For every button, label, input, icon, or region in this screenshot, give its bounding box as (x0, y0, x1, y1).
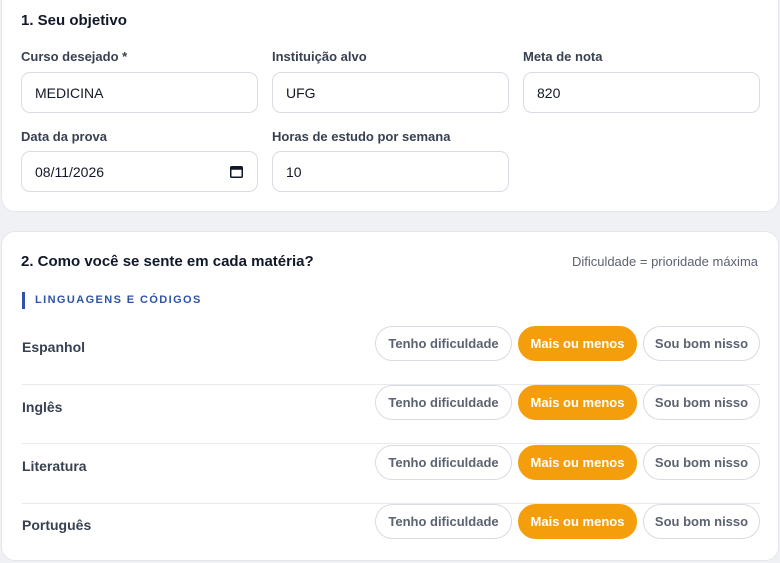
objective-card: 1. Seu objetivo Curso desejado * MEDICIN… (1, 0, 779, 212)
target-score-input[interactable]: 820 (523, 72, 760, 113)
option-mid-espanhol[interactable]: Mais ou menos (518, 326, 637, 361)
option-good-ingles[interactable]: Sou bom nisso (643, 385, 760, 420)
exam-date-input[interactable]: 08/11/2026 (21, 151, 258, 192)
study-hours-label: Horas de estudo por semana (272, 129, 451, 144)
subject-name: Inglês (22, 399, 63, 415)
subject-row-espanhol: Espanhol Tenho dificuldade Mais ou menos… (22, 326, 760, 385)
option-good-literatura[interactable]: Sou bom nisso (643, 445, 760, 480)
course-label: Curso desejado * (21, 49, 128, 64)
course-input[interactable]: MEDICINA (21, 72, 258, 113)
subject-name: Literatura (22, 458, 87, 474)
exam-date-label: Data da prova (21, 129, 107, 144)
target-score-label: Meta de nota (523, 49, 603, 64)
option-hard-portugues[interactable]: Tenho dificuldade (375, 504, 512, 539)
calendar-icon[interactable] (230, 165, 243, 178)
subjects-section-title: 2. Como você se sente em cada matéria? (21, 253, 314, 270)
option-good-espanhol[interactable]: Sou bom nisso (643, 326, 760, 361)
subject-name: Espanhol (22, 339, 86, 355)
objective-section-title: 1. Seu objetivo (21, 12, 127, 29)
subjects-card: 2. Como você se sente em cada matéria? D… (1, 231, 779, 561)
subject-row-literatura: Literatura Tenho dificuldade Mais ou men… (22, 445, 760, 504)
difficulty-hint: Dificuldade = prioridade máxima (571, 254, 758, 269)
exam-date-value: 08/11/2026 (35, 163, 105, 180)
institution-input[interactable]: UFG (272, 72, 509, 113)
option-hard-literatura[interactable]: Tenho dificuldade (375, 445, 512, 480)
subject-row-ingles: Inglês Tenho dificuldade Mais ou menos S… (22, 385, 760, 444)
option-good-portugues[interactable]: Sou bom nisso (643, 504, 760, 539)
group-label-linguagens: LINGUAGENS E CÓDIGOS (22, 292, 202, 309)
option-hard-espanhol[interactable]: Tenho dificuldade (375, 326, 512, 361)
study-hours-input[interactable]: 10 (272, 151, 509, 192)
institution-label: Instituição alvo (272, 49, 367, 64)
subject-name: Português (22, 517, 92, 533)
option-mid-ingles[interactable]: Mais ou menos (518, 385, 637, 420)
option-mid-literatura[interactable]: Mais ou menos (518, 445, 637, 480)
option-hard-ingles[interactable]: Tenho dificuldade (375, 385, 512, 420)
option-mid-portugues[interactable]: Mais ou menos (518, 504, 637, 539)
subject-row-portugues: Português Tenho dificuldade Mais ou meno… (22, 504, 760, 563)
